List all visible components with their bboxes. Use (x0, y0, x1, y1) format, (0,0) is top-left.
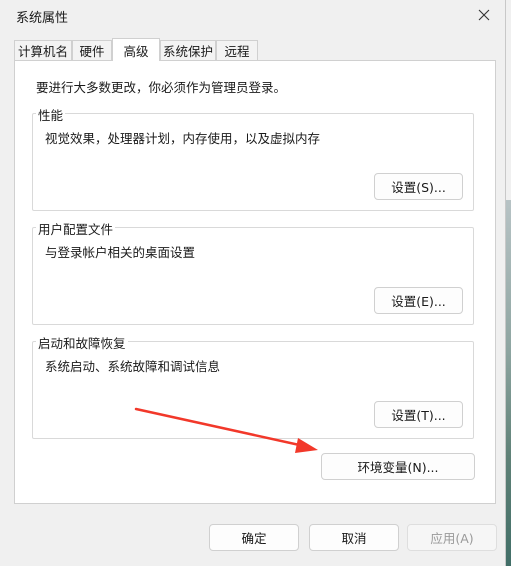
dialog-footer: 确定 取消 应用(A) (0, 504, 505, 566)
startup-recovery-settings-button[interactable]: 设置(T)... (374, 401, 463, 428)
cancel-button[interactable]: 取消 (309, 524, 399, 551)
performance-description: 视觉效果，处理器计划，内存使用，以及虚拟内存 (45, 131, 321, 146)
ok-button[interactable]: 确定 (209, 524, 299, 551)
tab-advanced[interactable]: 高级 (112, 38, 160, 61)
title-bar: 系统属性 (0, 0, 505, 32)
close-icon (478, 9, 490, 21)
admin-notice: 要进行大多数更改，你必须作为管理员登录。 (36, 80, 287, 95)
startup-recovery-description: 系统启动、系统故障和调试信息 (45, 359, 221, 374)
tab-hardware[interactable]: 硬件 (72, 40, 112, 60)
system-properties-dialog: 系统属性 计算机名 硬件 高级 系统保护 远程 要进行大多数更改，你必须作为管理… (0, 0, 506, 566)
window-title: 系统属性 (16, 11, 69, 26)
performance-group: 性能 视觉效果，处理器计划，内存使用，以及虚拟内存 设置(S)... (32, 105, 474, 211)
apply-button[interactable]: 应用(A) (407, 524, 497, 551)
advanced-tab-panel: 要进行大多数更改，你必须作为管理员登录。 性能 视觉效果，处理器计划，内存使用，… (14, 60, 496, 504)
close-button[interactable] (469, 2, 499, 28)
user-profiles-group: 用户配置文件 与登录帐户相关的桌面设置 设置(E)... (32, 219, 474, 325)
user-profiles-title: 用户配置文件 (36, 219, 116, 238)
user-profiles-settings-button[interactable]: 设置(E)... (374, 287, 463, 314)
tab-computer-name[interactable]: 计算机名 (14, 40, 72, 60)
user-profiles-description: 与登录帐户相关的桌面设置 (45, 245, 196, 260)
performance-settings-button[interactable]: 设置(S)... (374, 173, 463, 200)
tab-system-protection[interactable]: 系统保护 (160, 40, 216, 60)
startup-recovery-group: 启动和故障恢复 系统启动、系统故障和调试信息 设置(T)... (32, 333, 474, 439)
performance-title: 性能 (36, 105, 66, 124)
tab-remote[interactable]: 远程 (216, 40, 258, 60)
environment-variables-button[interactable]: 环境变量(N)... (321, 453, 475, 480)
startup-recovery-title: 启动和故障恢复 (36, 333, 128, 352)
